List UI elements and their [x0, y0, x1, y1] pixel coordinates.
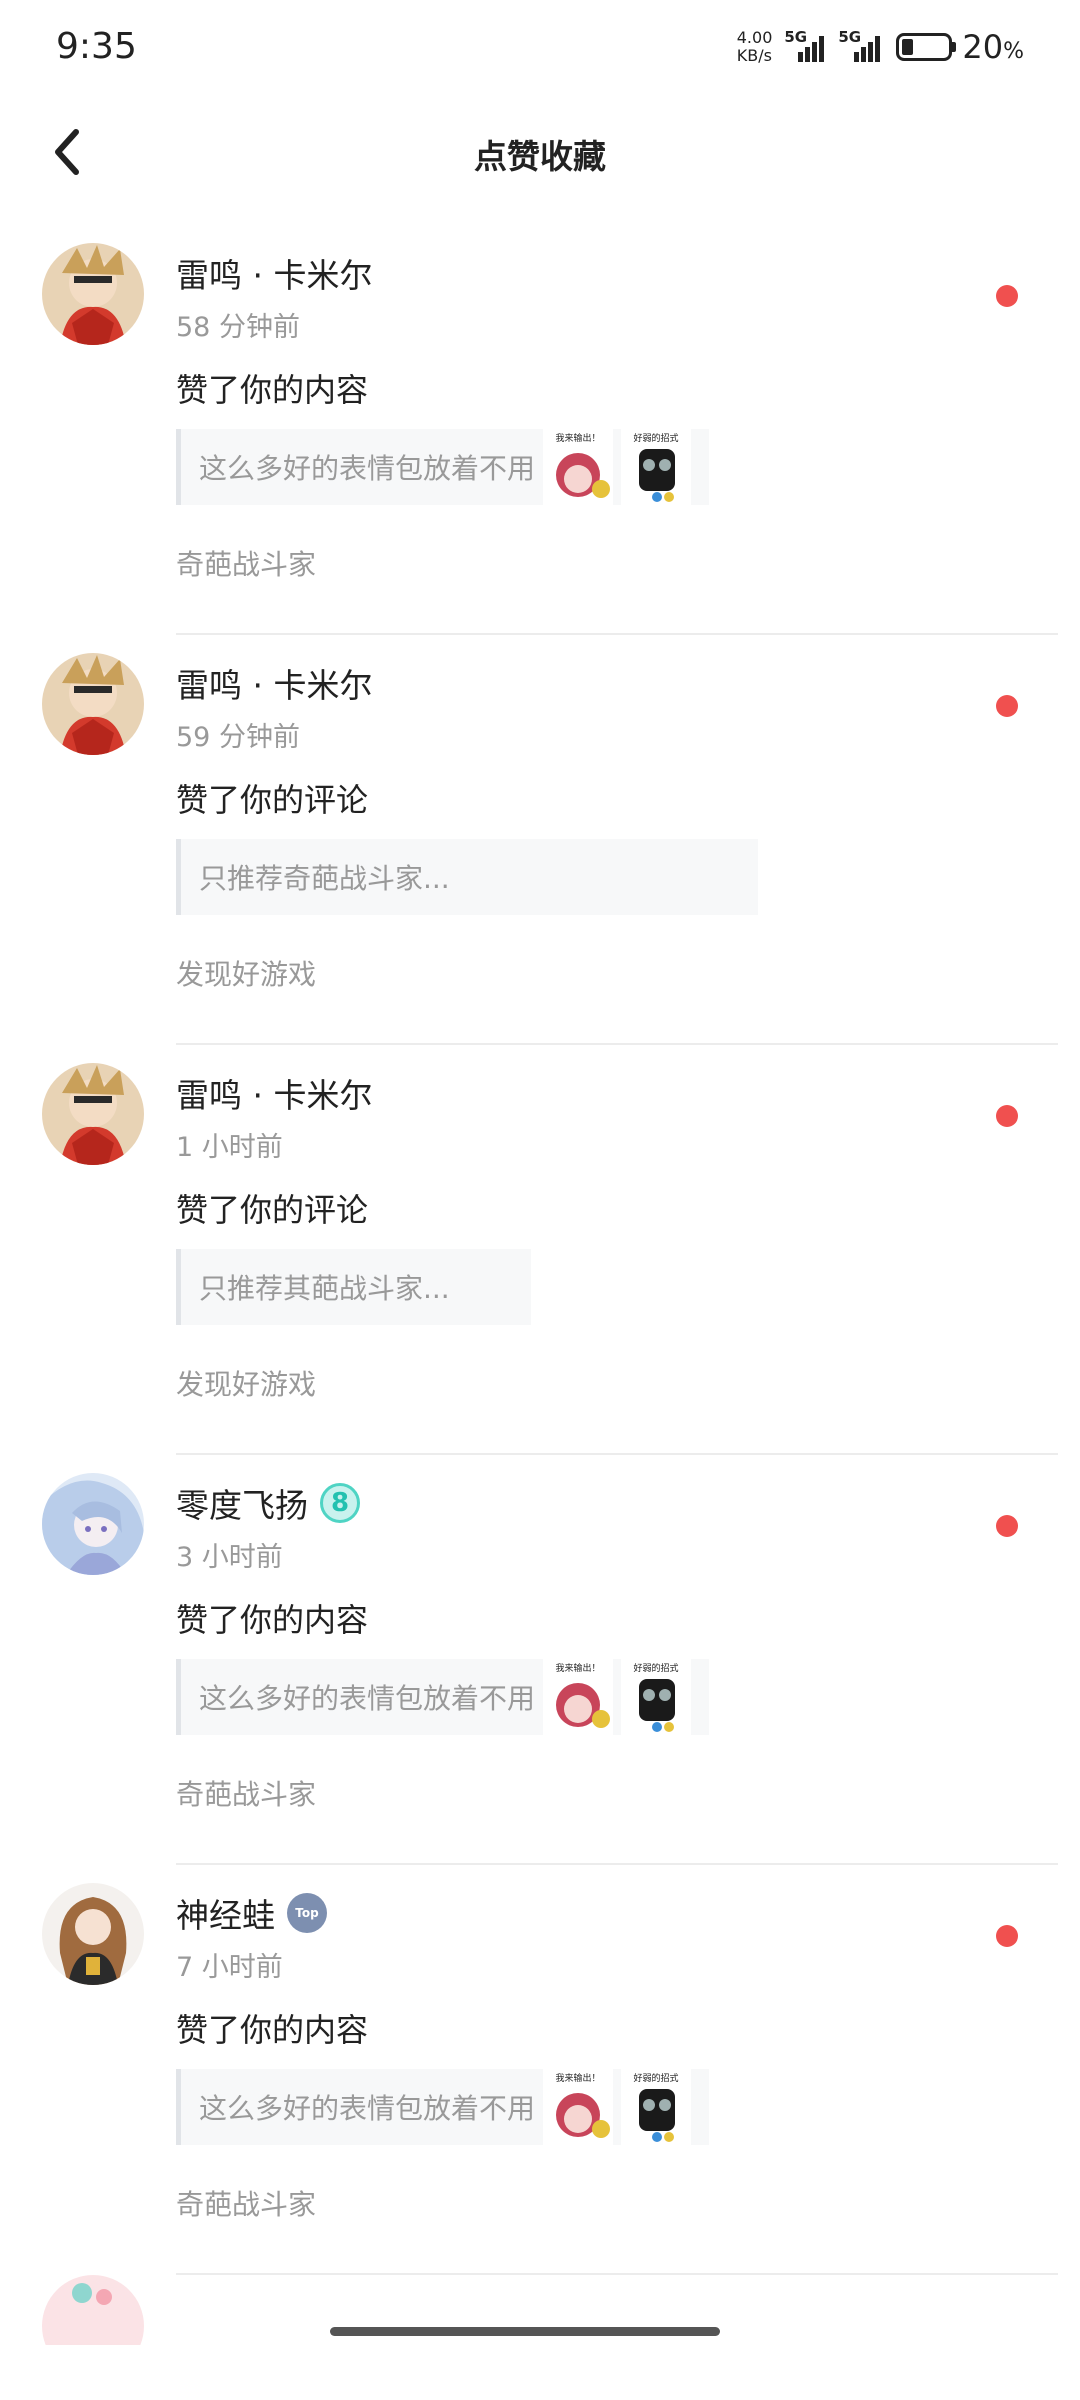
- status-bar: 9:35 4.00 KB/s 5G 5G 20%: [0, 0, 1080, 96]
- quote-text: 这么多好的表情包放着不用: [199, 1682, 536, 1715]
- sticker-label: 好弱的招式: [634, 1662, 679, 1674]
- timestamp: 1 小时前: [176, 1132, 283, 1163]
- notification-list: 雷鸣 · 卡米尔 58 分钟前 赞了你的内容 这么多好的表情包放着不用 我来输出…: [0, 225, 1080, 2275]
- sticker-image: 好弱的招式: [621, 2069, 692, 2145]
- user-name[interactable]: 雷鸣 · 卡米尔: [176, 659, 372, 707]
- sticker-image: 我来输出！: [543, 429, 614, 505]
- timestamp: 7 小时前: [176, 1952, 283, 1983]
- sim2-label: 5G: [838, 28, 862, 46]
- quote-text: 这么多好的表情包放着不用: [199, 2092, 536, 2125]
- user-name[interactable]: 雷鸣 · 卡米尔: [176, 1069, 372, 1117]
- source-label[interactable]: 发现好游戏: [176, 1363, 316, 1403]
- divider: [176, 2273, 1058, 2275]
- page-title: 点赞收藏: [474, 137, 606, 176]
- list-item[interactable]: 雷鸣 · 卡米尔 59 分钟前 赞了你的评论 只推荐奇葩战斗家... 发现好游戏: [0, 635, 1080, 1045]
- action-text: 赞了你的内容: [176, 2011, 369, 2049]
- network-speed-unit: KB/s: [736, 46, 772, 65]
- timestamp: 59 分钟前: [176, 722, 300, 753]
- user-name[interactable]: 神经蛙: [176, 1889, 275, 1937]
- sticker-label: 我来输出！: [556, 1662, 601, 1674]
- avatar[interactable]: [42, 653, 144, 755]
- avatar[interactable]: [42, 1473, 144, 1575]
- quoted-content[interactable]: 这么多好的表情包放着不用 我来输出！ 好弱的招式: [176, 1659, 710, 1735]
- sticker-image: 我来输出！: [543, 2069, 614, 2145]
- unread-dot: [996, 1515, 1018, 1537]
- battery-percent: 20%: [962, 28, 1024, 66]
- action-text: 赞了你的评论: [176, 1191, 369, 1229]
- unread-dot: [996, 695, 1018, 717]
- source-label[interactable]: 奇葩战斗家: [176, 543, 316, 583]
- signal-icon: 5G: [784, 28, 826, 62]
- list-item[interactable]: 神经蛙 Top 7 小时前 赞了你的内容 这么多好的表情包放着不用 我来输出！ …: [0, 1865, 1080, 2275]
- sticker-label: 好弱的招式: [634, 2072, 679, 2084]
- quoted-content[interactable]: 只推荐其葩战斗家...: [176, 1249, 531, 1325]
- network-speed-value: 4.00: [736, 28, 773, 47]
- sim1-label: 5G: [784, 28, 808, 46]
- status-time: 9:35: [56, 26, 137, 67]
- unread-dot: [996, 285, 1018, 307]
- list-item[interactable]: 雷鸣 · 卡米尔 1 小时前 赞了你的评论 只推荐其葩战斗家... 发现好游戏: [0, 1045, 1080, 1455]
- user-name-row: 雷鸣 · 卡米尔: [176, 1069, 372, 1117]
- source-label[interactable]: 发现好游戏: [176, 953, 316, 993]
- sticker-image: 好弱的招式: [621, 429, 692, 505]
- quote-text: 这么多好的表情包放着不用: [199, 452, 536, 485]
- source-label[interactable]: 奇葩战斗家: [176, 2183, 316, 2223]
- signal-icon-sim2: 5G: [838, 28, 882, 62]
- top-nav-bar: 点赞收藏: [0, 100, 1080, 210]
- status-icons: 4.00 KB/s 5G 5G 20%: [737, 28, 1024, 66]
- sticker-image: 好弱的招式: [621, 1659, 692, 1735]
- avatar[interactable]: [42, 2275, 144, 2345]
- sticker-label: 我来输出！: [556, 432, 601, 444]
- action-text: 赞了你的内容: [176, 371, 369, 409]
- quoted-content[interactable]: 只推荐奇葩战斗家...: [176, 839, 758, 915]
- unread-dot: [996, 1925, 1018, 1947]
- user-name-row: 雷鸣 · 卡米尔: [176, 249, 372, 297]
- network-speed: 4.00 KB/s: [737, 29, 773, 65]
- home-indicator[interactable]: [330, 2327, 720, 2336]
- user-name-row: 零度飞扬 8: [176, 1479, 360, 1527]
- avatar[interactable]: [42, 1063, 144, 1165]
- user-name-row: 神经蛙 Top: [176, 1889, 327, 1937]
- source-label[interactable]: 奇葩战斗家: [176, 1773, 316, 1813]
- avatar[interactable]: [42, 1883, 144, 1985]
- list-item[interactable]: 雷鸣 · 卡米尔 58 分钟前 赞了你的内容 这么多好的表情包放着不用 我来输出…: [0, 225, 1080, 635]
- sticker-label: 我来输出！: [556, 2072, 601, 2084]
- quote-text: 只推荐其葩战斗家...: [199, 1272, 450, 1305]
- sticker-image: 我来输出！: [543, 1659, 614, 1735]
- quote-text: 只推荐奇葩战斗家...: [199, 862, 450, 895]
- timestamp: 3 小时前: [176, 1542, 283, 1573]
- action-text: 赞了你的评论: [176, 781, 369, 819]
- user-name[interactable]: 零度飞扬: [176, 1479, 308, 1527]
- list-item[interactable]: 零度飞扬 8 3 小时前 赞了你的内容 这么多好的表情包放着不用 我来输出！ 好…: [0, 1455, 1080, 1865]
- battery-icon: 20%: [896, 28, 1024, 66]
- level-badge-icon: 8: [320, 1483, 360, 1523]
- avatar[interactable]: [42, 243, 144, 345]
- unread-dot: [996, 1105, 1018, 1127]
- top-badge-icon: Top: [287, 1893, 327, 1933]
- user-name[interactable]: 雷鸣 · 卡米尔: [176, 249, 372, 297]
- sticker-label: 好弱的招式: [634, 432, 679, 444]
- action-text: 赞了你的内容: [176, 1601, 369, 1639]
- quoted-content[interactable]: 这么多好的表情包放着不用 我来输出！ 好弱的招式: [176, 2069, 710, 2145]
- user-name-row: 雷鸣 · 卡米尔: [176, 659, 372, 707]
- timestamp: 58 分钟前: [176, 312, 300, 343]
- quoted-content[interactable]: 这么多好的表情包放着不用 我来输出！ 好弱的招式: [176, 429, 710, 505]
